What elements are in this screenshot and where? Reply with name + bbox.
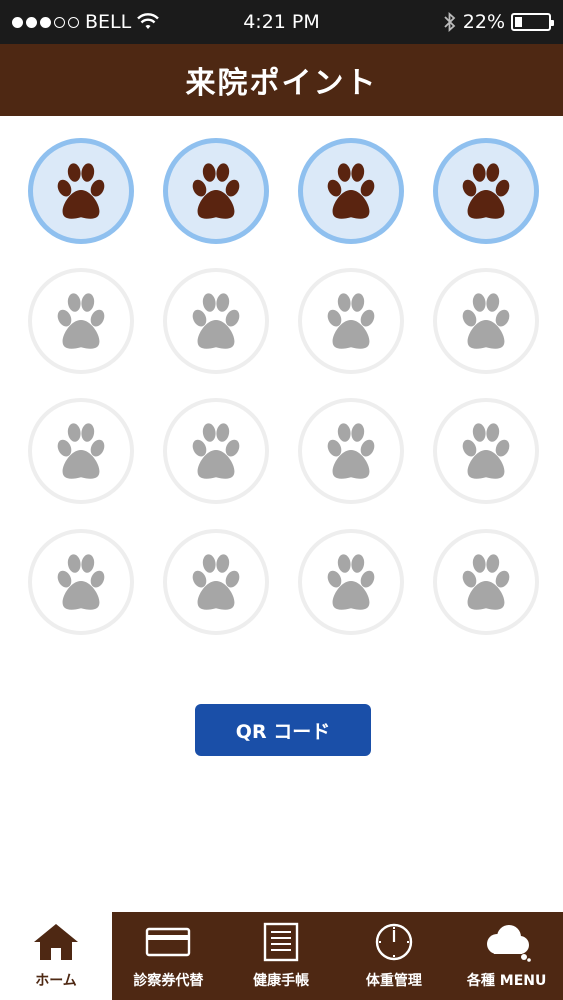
paw-icon bbox=[327, 554, 375, 610]
card-icon bbox=[146, 927, 191, 957]
carrier-name: BELL bbox=[85, 11, 132, 33]
stamp-empty bbox=[298, 268, 404, 374]
stamp-earned bbox=[298, 138, 404, 244]
stamp-empty bbox=[298, 398, 404, 504]
stamp-earned bbox=[433, 138, 539, 244]
qr-code-button[interactable]: QR コード bbox=[195, 704, 371, 756]
paw-icon bbox=[192, 554, 240, 610]
stamp-empty bbox=[433, 398, 539, 504]
paw-icon bbox=[192, 423, 240, 479]
notebook-icon bbox=[263, 922, 299, 962]
clock-icon bbox=[375, 923, 413, 961]
signal-dot bbox=[12, 16, 23, 28]
battery-level bbox=[515, 17, 523, 27]
paw-icon bbox=[57, 423, 105, 479]
tab-menu-label: 各種 MENU bbox=[466, 973, 547, 989]
stamp-earned bbox=[163, 138, 269, 244]
stamp-empty bbox=[163, 398, 269, 504]
bluetooth-icon bbox=[444, 12, 456, 32]
tab-weight-label: 体重管理 bbox=[365, 973, 422, 989]
signal-strength-icon bbox=[12, 16, 79, 28]
tab-card[interactable]: 診察券代替 bbox=[112, 912, 225, 1000]
cloud-icon bbox=[486, 925, 531, 962]
battery-icon bbox=[511, 13, 554, 31]
paw-icon bbox=[327, 423, 375, 479]
paw-icon bbox=[462, 293, 510, 349]
paw-icon bbox=[462, 423, 510, 479]
signal-dot bbox=[40, 16, 51, 28]
paw-icon bbox=[57, 554, 105, 610]
status-right: 22% bbox=[443, 11, 554, 33]
status-bar: BELL 4:21 PM 22% bbox=[0, 0, 563, 44]
paw-icon bbox=[57, 293, 105, 349]
paw-icon bbox=[192, 293, 240, 349]
stamp-earned bbox=[28, 138, 134, 244]
paw-icon bbox=[57, 163, 105, 219]
paw-icon bbox=[327, 163, 375, 219]
tab-weight[interactable]: 体重管理 bbox=[338, 912, 451, 1000]
stamp-empty bbox=[163, 529, 269, 635]
stamp-empty bbox=[28, 529, 134, 635]
battery-percent: 22% bbox=[462, 11, 505, 33]
stamp-empty bbox=[28, 398, 134, 504]
qr-code-button-label: QR コード bbox=[235, 720, 331, 743]
paw-icon bbox=[462, 163, 510, 219]
paw-icon bbox=[462, 554, 510, 610]
house-icon bbox=[34, 924, 78, 960]
stamp-empty bbox=[163, 268, 269, 374]
stamp-empty bbox=[433, 268, 539, 374]
tab-home-label: ホーム bbox=[35, 973, 77, 989]
tab-menu[interactable]: 各種 MENU bbox=[450, 912, 563, 1000]
stamp-empty bbox=[28, 268, 134, 374]
wifi-icon bbox=[137, 13, 160, 29]
tab-bar: ホーム 診察券代替 健康手帳 体重管理 各種 MENU bbox=[0, 912, 563, 1000]
signal-dot bbox=[68, 16, 79, 28]
tab-home[interactable]: ホーム bbox=[0, 912, 112, 1000]
page-header: 来院ポイント bbox=[0, 44, 563, 116]
paw-icon bbox=[327, 293, 375, 349]
page-title: 来院ポイント bbox=[185, 66, 378, 101]
tab-notebook-label: 健康手帳 bbox=[253, 973, 310, 989]
signal-dot bbox=[54, 16, 65, 28]
tab-card-label: 診察券代替 bbox=[133, 973, 204, 989]
paw-icon bbox=[192, 163, 240, 219]
status-left: BELL bbox=[12, 11, 160, 33]
stamp-empty bbox=[433, 529, 539, 635]
stamp-empty bbox=[298, 529, 404, 635]
signal-dot bbox=[26, 16, 37, 28]
tab-notebook[interactable]: 健康手帳 bbox=[225, 912, 338, 1000]
